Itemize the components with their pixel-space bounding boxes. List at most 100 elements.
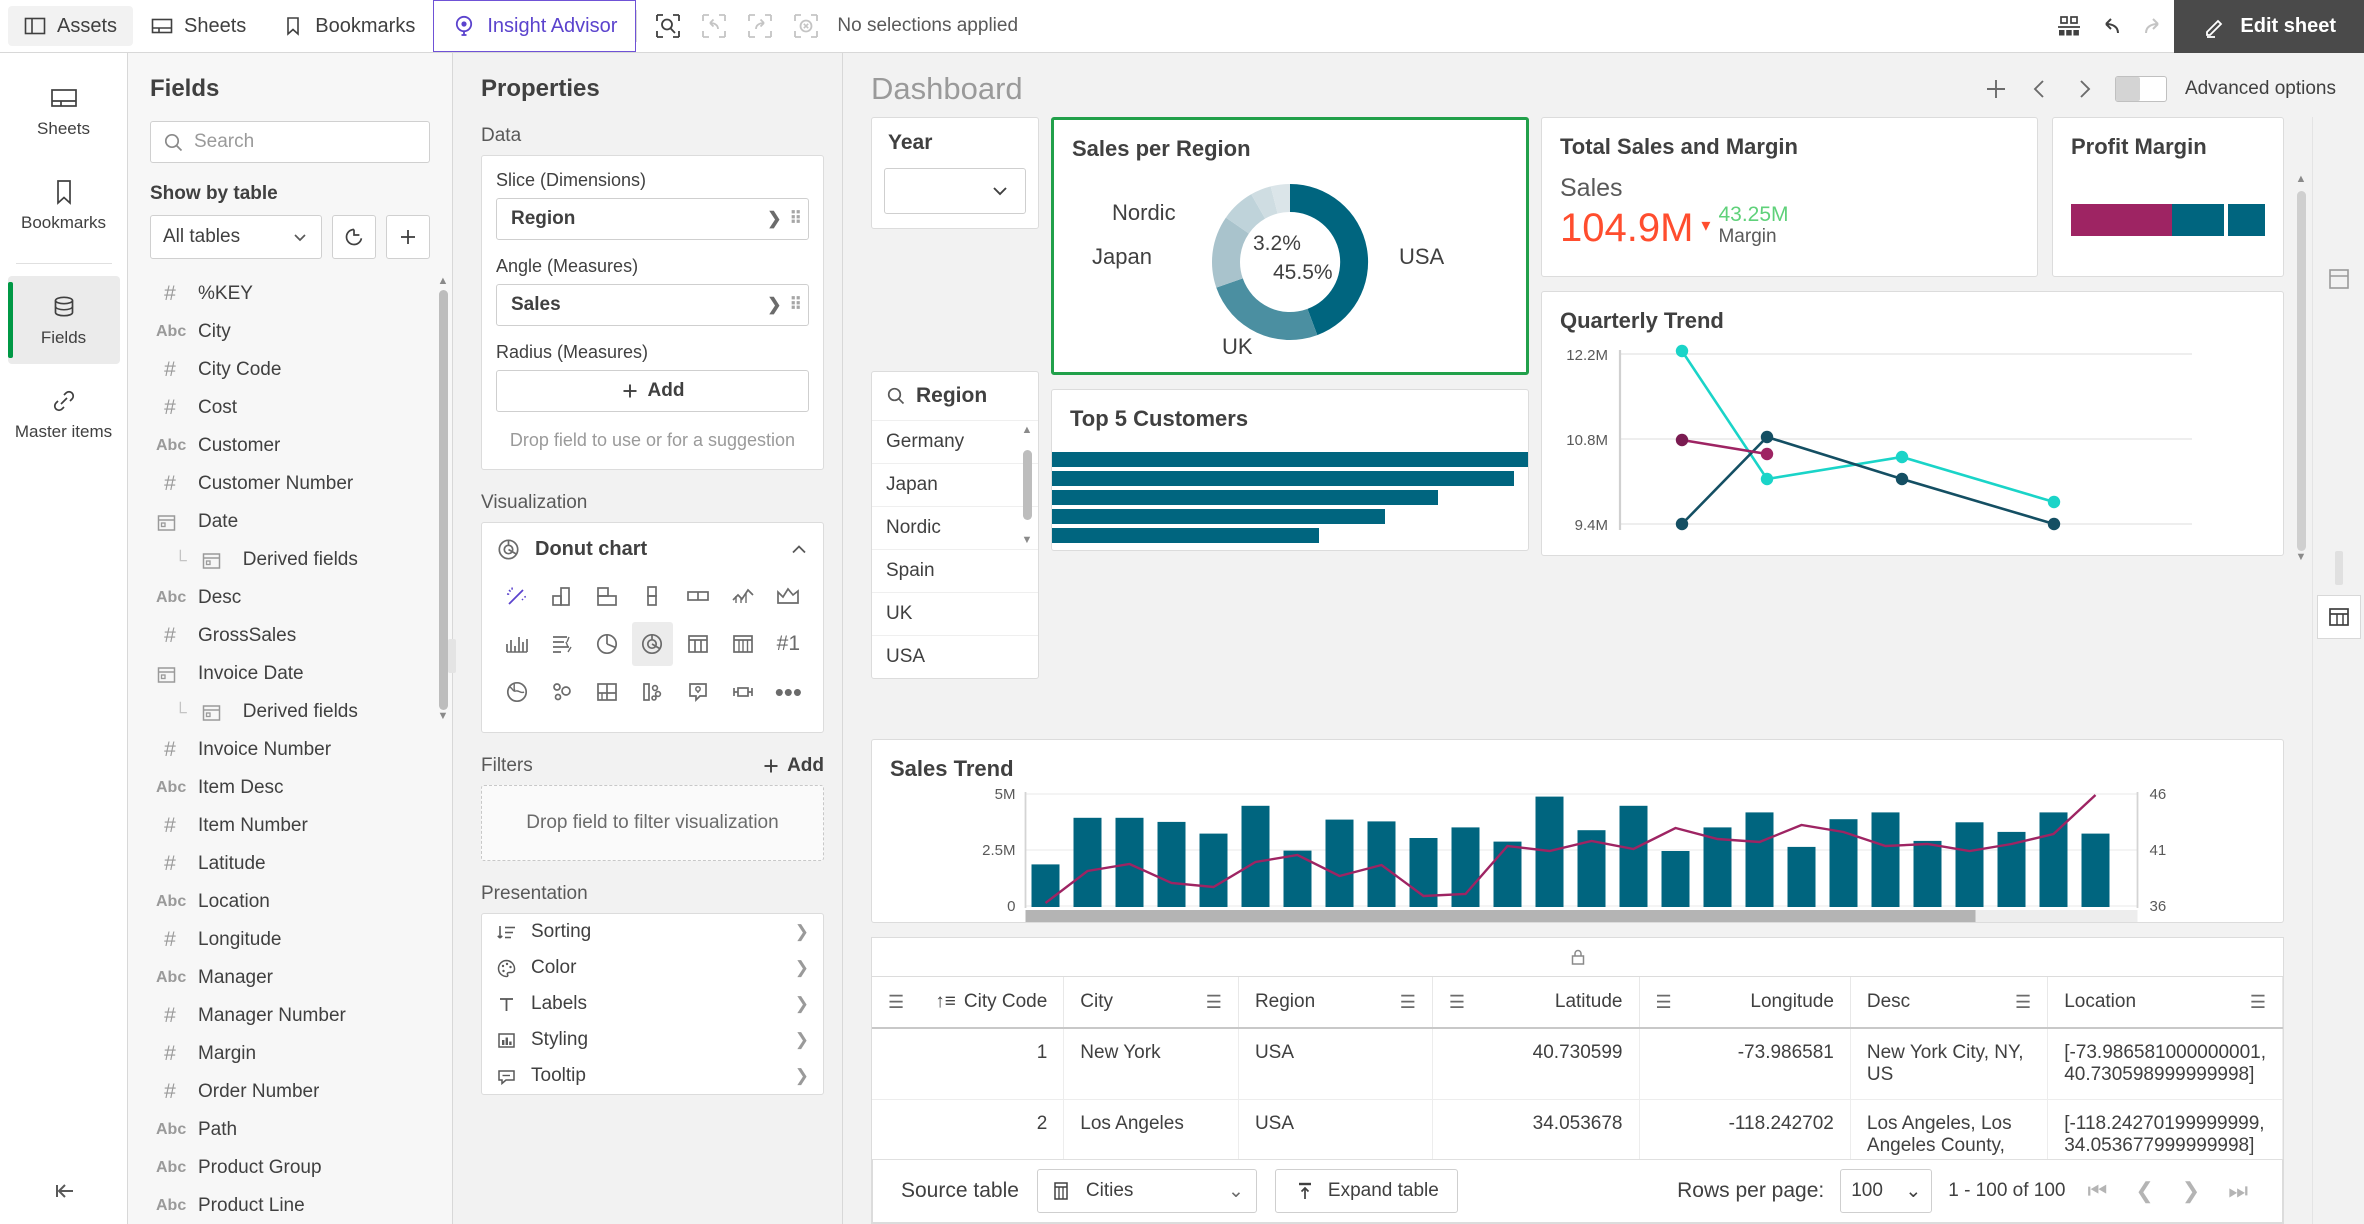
region-filter-header[interactable]: Region	[872, 372, 1038, 420]
source-table-select[interactable]: Cities ⌄	[1036, 1169, 1257, 1213]
box-plot-icon[interactable]	[722, 670, 763, 714]
top-5-customers-object[interactable]: Top 5 Customers	[1051, 389, 1529, 551]
field-list-item[interactable]: Date	[128, 503, 452, 541]
sidebar-item-master-items[interactable]: Master items	[8, 370, 120, 458]
drag-handle-icon[interactable]: ⠿	[790, 295, 803, 315]
total-sales-and-margin-object[interactable]: Total Sales and Margin Sales 104.9M ▾ 43…	[1541, 117, 2038, 277]
presentation-item-styling[interactable]: Styling ❯	[482, 1022, 823, 1058]
column-menu-icon[interactable]: ☰	[1206, 992, 1222, 1013]
scatter-plot-icon[interactable]	[541, 670, 582, 714]
sales-per-region-object[interactable]: Sales per Region Nordic Japan UK USA 3.2…	[1051, 117, 1529, 375]
text-image-icon[interactable]	[677, 670, 718, 714]
th-desc[interactable]: Desc ☰	[1850, 977, 2049, 1029]
add-filter-button[interactable]: Add	[762, 755, 824, 777]
data-table-scroll-region[interactable]: ☰ ↑≡ City Code City ☰ Region ☰ ☰ Latitud…	[872, 977, 2283, 1159]
field-list-item[interactable]: # Manager Number	[128, 997, 452, 1035]
fields-panel-resize-handle[interactable]	[448, 638, 456, 673]
presentation-item-color[interactable]: Color ❯	[482, 950, 823, 986]
column-menu-icon[interactable]: ☰	[2250, 992, 2266, 1013]
search-input[interactable]	[194, 131, 439, 153]
field-list-item[interactable]: # GrossSales	[128, 617, 452, 655]
collapse-panel-button[interactable]	[0, 1176, 127, 1206]
table-cell[interactable]: New York	[1063, 1028, 1239, 1100]
more-icon[interactable]: •••	[768, 670, 809, 714]
chevron-right-icon[interactable]: ❯	[759, 209, 789, 229]
th-city-code[interactable]: ☰ ↑≡ City Code	[872, 977, 1065, 1029]
field-list-item[interactable]: # Customer Number	[128, 465, 452, 503]
th-region[interactable]: Region ☰	[1238, 977, 1433, 1029]
table-select[interactable]: All tables	[150, 215, 322, 259]
column-menu-icon[interactable]: ☰	[888, 992, 904, 1013]
bar-chart-icon[interactable]	[541, 574, 582, 618]
undo-icon[interactable]	[2090, 5, 2132, 47]
column-menu-icon[interactable]: ☰	[1449, 992, 1465, 1013]
scroll-down-icon[interactable]: ▼	[2296, 551, 2307, 563]
th-longitude[interactable]: ☰ Longitude	[1639, 977, 1851, 1029]
field-list-item[interactable]: # Invoice Number	[128, 731, 452, 769]
presentation-item-labels[interactable]: Labels ❯	[482, 986, 823, 1022]
field-list-item[interactable]: Abc Product Group	[128, 1149, 452, 1187]
column-menu-icon[interactable]: ☰	[1656, 992, 1672, 1013]
presentation-item-tooltip[interactable]: Tooltip ❯	[482, 1058, 823, 1094]
tab-insight-advisor[interactable]: Insight Advisor	[433, 0, 637, 52]
field-list-item[interactable]: Abc Manager	[128, 959, 452, 997]
combo-chart-icon[interactable]	[722, 574, 763, 618]
prev-page-button[interactable]: ❮	[2129, 1178, 2159, 1204]
field-list-item[interactable]: # Order Number	[128, 1073, 452, 1111]
scroll-up-icon[interactable]: ▲	[438, 275, 449, 287]
donut-chart-icon[interactable]	[631, 622, 674, 666]
th-city[interactable]: City ☰	[1063, 977, 1239, 1029]
step-back-icon[interactable]	[693, 5, 735, 47]
sales-trend-chart[interactable]: 5M 2.5M 0 46 41 36	[872, 782, 2283, 922]
scroll-thumb[interactable]	[438, 290, 448, 710]
scroll-down-icon[interactable]: ▼	[1022, 534, 1033, 546]
chevron-up-icon[interactable]	[789, 540, 809, 560]
donut-chart[interactable]: Nordic Japan UK USA 3.2% 45.5%	[1054, 162, 1526, 372]
map-icon[interactable]	[496, 670, 537, 714]
field-list-item[interactable]: Abc Product Line	[128, 1187, 452, 1224]
region-list-scrollbar[interactable]: ▲ ▼	[1020, 424, 1034, 674]
field-list-item[interactable]: └ Derived fields	[128, 693, 452, 731]
chevron-right-icon[interactable]	[2071, 76, 2097, 102]
table-cell[interactable]: -118.242702	[1639, 1099, 1851, 1159]
field-list-item[interactable]: # Latitude	[128, 845, 452, 883]
selection-search-icon[interactable]	[647, 5, 689, 47]
table-cell[interactable]: -73.986581	[1639, 1028, 1851, 1100]
plus-icon[interactable]	[1983, 76, 2009, 102]
table-row[interactable]: 2 Los Angeles USA 34.053678 -118.242702 Los A…	[872, 1099, 2283, 1159]
field-list-item[interactable]: # Cost	[128, 389, 452, 427]
chevron-left-icon[interactable]	[2027, 76, 2053, 102]
table-icon[interactable]	[677, 622, 718, 666]
last-page-button[interactable]: ⏭	[2222, 1178, 2254, 1204]
field-list[interactable]: # %KEY Abc City # City Code # Cost Abc Customer # C…	[128, 275, 452, 1224]
tab-sheets[interactable]: Sheets	[133, 0, 264, 52]
scroll-thumb[interactable]	[2296, 191, 2306, 551]
tab-bookmarks[interactable]: Bookmarks	[264, 0, 433, 52]
waterfall-icon[interactable]	[541, 622, 582, 666]
histogram-icon[interactable]	[496, 622, 537, 666]
sidebar-item-sheets[interactable]: Sheets	[8, 67, 120, 155]
refresh-fields-button[interactable]	[332, 215, 376, 259]
fields-search[interactable]	[150, 121, 439, 163]
expand-table-button[interactable]: Expand table	[1274, 1169, 1458, 1213]
table-cell[interactable]: [-73.986581000000001, 40.730598999999998…	[2047, 1028, 2283, 1100]
region-filter-item[interactable]: UK	[872, 592, 1038, 635]
first-page-button[interactable]: ⏮	[2082, 1178, 2114, 1204]
region-filter-item[interactable]: Nordic	[872, 506, 1038, 549]
field-list-item[interactable]: Abc Path	[128, 1111, 452, 1149]
magic-wand-icon[interactable]	[496, 574, 537, 618]
add-radius-measure-button[interactable]: Add	[496, 370, 809, 412]
field-list-item[interactable]: # Margin	[128, 1035, 452, 1073]
filters-dropzone[interactable]: Drop field to filter visualization	[481, 785, 824, 861]
field-list-item[interactable]: # City Code	[128, 351, 452, 389]
clear-selections-icon[interactable]	[785, 5, 827, 47]
stacked-bar-icon[interactable]	[632, 574, 673, 618]
edit-sheet-button[interactable]: Edit sheet	[2174, 0, 2364, 53]
region-filter-item[interactable]: USA	[872, 635, 1038, 678]
drag-handle-icon[interactable]: ⠿	[790, 209, 803, 229]
data-table-toggle-icon[interactable]	[2316, 595, 2361, 639]
right-panel-resize-handle[interactable]	[2334, 551, 2343, 585]
table-cell[interactable]: 2	[872, 1099, 1065, 1159]
table-cell[interactable]: 1	[872, 1028, 1065, 1100]
field-list-item[interactable]: Abc Customer	[128, 427, 452, 465]
